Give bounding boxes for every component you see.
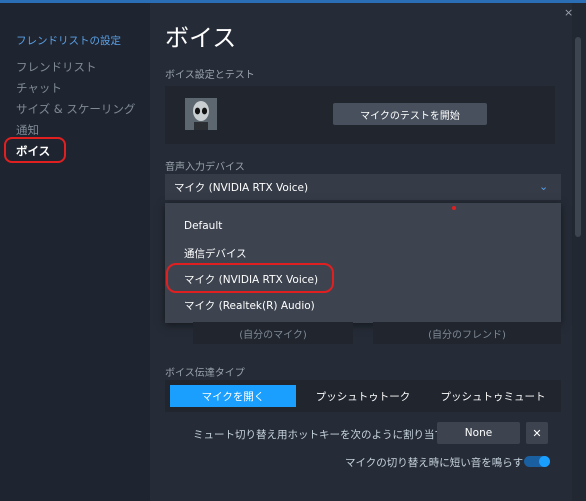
voice-test-section-label: ボイス設定とテスト [165,70,255,81]
transmission-push-to-mute-button[interactable]: プッシュトゥミュート [430,385,556,407]
transmission-type-label: ボイス伝達タイプ [165,368,245,379]
transmission-push-to-talk-button[interactable]: プッシュトゥトーク [300,385,426,407]
alien-avatar-icon [185,98,217,130]
dropdown-option-communication-device[interactable]: 通信デバイス [184,246,247,261]
my-mic-meter: (自分のマイク) [193,322,353,344]
beep-toggle-label: マイクの切り替え時に短い音を鳴らす [345,457,524,469]
input-device-label: 音声入力デバイス [165,162,245,173]
start-mic-test-button[interactable]: マイクのテストを開始 [333,103,487,125]
avatar [185,98,217,130]
mute-hotkey-label: ミュート切り替え用ホットキーを次のように割り当て [193,429,445,441]
sidebar-item-size-scaling[interactable]: サイズ & スケーリング [16,101,135,117]
chevron-down-icon: ⌄ [539,180,549,193]
settings-sidebar: フレンドリストの設定 フレンドリスト チャット サイズ & スケーリング 通知 … [0,3,150,501]
transmission-open-mic-button[interactable]: マイクを開く [170,385,296,407]
dropdown-option-realtek-audio[interactable]: マイク (Realtek(R) Audio) [184,298,315,313]
input-device-selected-value: マイク (NVIDIA RTX Voice) [174,182,309,194]
sidebar-heading: フレンドリストの設定 [16,35,121,47]
transmission-type-selector: マイクを開く プッシュトゥトーク プッシュトゥミュート [165,380,561,412]
scrollbar-thumb[interactable] [575,37,581,237]
mute-hotkey-button[interactable]: None [437,422,520,444]
red-dot-marker [452,206,456,210]
close-icon[interactable]: × [564,6,573,19]
sidebar-item-friends-list[interactable]: フレンドリスト [16,59,97,75]
scrollbar[interactable] [572,3,586,501]
clear-hotkey-button[interactable]: ✕ [526,422,548,444]
highlight-voice-sidebar [4,137,66,163]
beep-toggle[interactable] [524,456,550,467]
input-device-select[interactable]: マイク (NVIDIA RTX Voice) ⌄ [165,174,561,200]
friend-meter: (自分のフレンド) [373,322,561,344]
highlight-nvidia-option [166,263,334,293]
sidebar-item-chat[interactable]: チャット [16,80,62,96]
dropdown-option-default[interactable]: Default [184,220,222,232]
sidebar-item-notifications[interactable]: 通知 [16,122,39,138]
page-title: ボイス [165,24,237,52]
toggle-knob [539,456,550,467]
